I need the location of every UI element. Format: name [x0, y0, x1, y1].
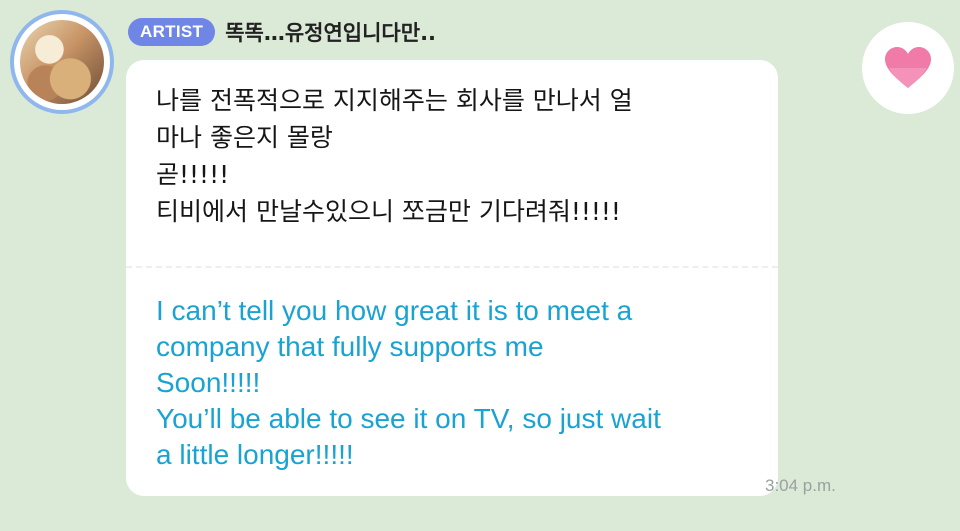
heart-icon	[885, 47, 931, 88]
translation-line: a little longer!!!!!	[156, 439, 354, 470]
translation-divider	[126, 266, 778, 268]
artist-badge: ARTIST	[128, 18, 216, 46]
original-line: 나를 전폭적으로 지지해주는 회사를 만나서 얼	[156, 86, 633, 115]
avatar-image	[20, 20, 104, 104]
translation-line: I can’t tell you how great it is to meet…	[156, 295, 633, 326]
artist-avatar[interactable]	[14, 14, 110, 110]
artist-name[interactable]: 똑똑…유정연입니다만..	[225, 17, 436, 47]
translation-line: You’ll be able to see it on TV, so just …	[156, 403, 661, 434]
original-line: 곧!!!!!	[156, 160, 230, 189]
message-timestamp: 3:04 p.m.	[765, 476, 836, 495]
translation-line: company that fully supports me	[156, 331, 544, 362]
original-line: 마나 좋은지 몰랑	[156, 123, 333, 152]
post-header: ARTIST 똑똑…유정연입니다만..	[128, 16, 436, 48]
translation-line: Soon!!!!!	[156, 367, 261, 398]
translated-message: I can’t tell you how great it is to meet…	[156, 293, 756, 473]
original-message: 나를 전폭적으로 지지해주는 회사를 만나서 얼 마나 좋은지 몰랑 곧!!!!…	[156, 82, 756, 230]
original-line: 티비에서 만날수있으니 쪼금만 기다려줘!!!!!	[156, 197, 621, 226]
like-button[interactable]	[862, 22, 954, 114]
message-bubble: 나를 전폭적으로 지지해주는 회사를 만나서 얼 마나 좋은지 몰랑 곧!!!!…	[126, 60, 778, 496]
